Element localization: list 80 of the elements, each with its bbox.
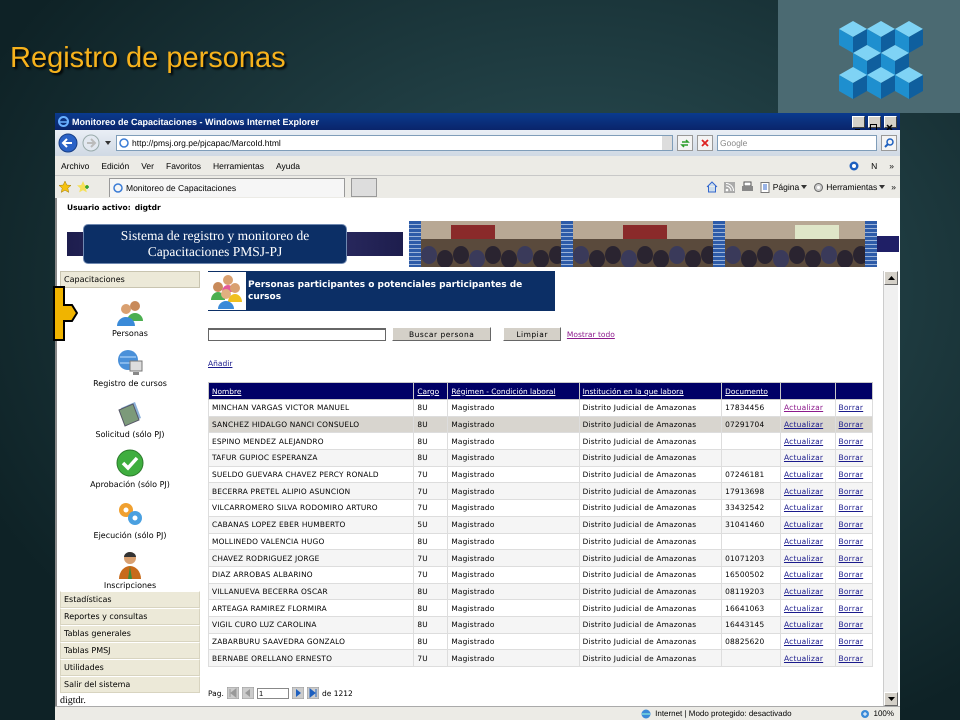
address-field[interactable]: http://pmsj.org.pe/pjcapac/MarcoId.html <box>116 135 673 151</box>
menu-item[interactable]: N <box>871 160 878 170</box>
sidebar-item[interactable]: Personas <box>112 328 148 338</box>
stop-button[interactable] <box>697 135 713 151</box>
browser-logo-icon <box>58 116 69 127</box>
sidebar-item[interactable]: Ejecución (sólo PJ) <box>94 530 166 540</box>
window-title: Monitoreo de Capacitaciones - Windows Internet Explorer <box>72 116 320 126</box>
browser-tab[interactable]: Monitoreo de Capacitaciones <box>109 178 345 196</box>
scroll-down-button[interactable] <box>884 692 898 706</box>
sidebar-header[interactable]: Capacitaciones <box>60 271 200 288</box>
down-arrow-icon[interactable] <box>888 697 894 701</box>
people-icon <box>208 272 246 310</box>
zoom-level[interactable]: 100% <box>874 709 894 718</box>
next-page-icon[interactable] <box>292 687 304 699</box>
toolbar-button[interactable]: Herramientas <box>813 182 886 192</box>
banner-title: Sistema de registro y monitoreo de <box>120 228 310 244</box>
menu-item[interactable]: Ayuda <box>276 160 300 170</box>
footer-text: digtdr. <box>60 695 87 706</box>
sidebar-menu-item[interactable]: Tablas generales <box>60 625 200 642</box>
banner-bar <box>877 236 899 252</box>
banner-stripes <box>409 220 421 266</box>
search-button[interactable] <box>881 135 897 151</box>
gear-icon[interactable] <box>813 182 824 192</box>
caret-icon[interactable] <box>801 185 808 189</box>
menu-item[interactable]: Edición <box>101 160 130 170</box>
dropdown-icon[interactable] <box>104 139 112 147</box>
first-page-icon[interactable] <box>226 687 239 699</box>
sidebar-menu-item[interactable]: Reportes y consultas <box>60 608 200 625</box>
zoom-icon[interactable] <box>860 708 870 718</box>
banner-stripes <box>713 220 725 266</box>
status-text: Internet | Modo protegido: desactivado <box>655 709 792 718</box>
menu-item[interactable]: Favoritos <box>166 160 201 170</box>
sidebar-menu-item[interactable]: Salir del sistema <box>60 676 200 693</box>
help-icon[interactable] <box>849 160 860 170</box>
last-page-icon[interactable] <box>306 687 319 699</box>
scrollbar[interactable] <box>883 271 898 706</box>
overflow-chevron[interactable]: » <box>891 182 896 192</box>
overflow-chevron[interactable]: » <box>889 160 894 170</box>
sidebar-menu-item[interactable]: Tablas PMSJ <box>60 642 200 659</box>
slide-title: Registro de personas <box>10 42 286 75</box>
menu-item[interactable]: Herramientas <box>212 160 264 170</box>
home-icon[interactable] <box>706 181 718 193</box>
maximize-icon[interactable] <box>869 122 878 132</box>
close-icon[interactable] <box>885 122 894 132</box>
sidebar-item[interactable]: Aprobación (sólo PJ) <box>90 480 170 489</box>
search-field[interactable]: Google <box>717 135 877 151</box>
page-icon[interactable] <box>760 182 771 192</box>
maximize-button[interactable] <box>868 116 881 128</box>
print-icon[interactable] <box>740 181 754 193</box>
banner-title: Capacitaciones PMSJ-PJ <box>148 244 282 260</box>
menu-item[interactable]: Archivo <box>61 160 90 170</box>
previous-page-icon[interactable] <box>242 687 254 699</box>
search-icon[interactable] <box>884 138 894 148</box>
pointer-arrow-icon <box>52 286 78 341</box>
toolbar-button[interactable]: Página <box>760 182 808 192</box>
star-icon[interactable] <box>59 181 71 193</box>
page-icon <box>113 182 123 192</box>
refresh-button[interactable] <box>677 135 693 151</box>
search-field[interactable] <box>208 328 386 340</box>
sidebar-item[interactable]: Solicitud (sólo PJ) <box>95 430 164 438</box>
banner-stripes <box>865 220 877 266</box>
page-icon <box>119 138 129 148</box>
minimize-button[interactable] <box>852 116 865 128</box>
menu-item[interactable]: Ver <box>141 160 154 170</box>
banner-stripes <box>561 220 573 266</box>
add-favorite-icon[interactable] <box>77 181 89 193</box>
checkmark-icon[interactable] <box>115 448 145 478</box>
sidebar-menu-item[interactable]: Utilidades <box>60 659 200 676</box>
sidebar-item[interactable]: Registro de cursos <box>93 379 167 388</box>
refresh-icon[interactable] <box>680 138 690 148</box>
sidebar-item[interactable]: Inscripciones <box>104 581 156 590</box>
globe-computer-icon[interactable] <box>115 347 145 377</box>
scroll-up-button[interactable] <box>884 271 898 285</box>
globe-icon <box>641 708 652 718</box>
close-button[interactable] <box>884 116 897 128</box>
up-arrow-icon[interactable] <box>888 276 894 280</box>
caret-icon[interactable] <box>879 185 886 189</box>
section-title: Personas participantes o potenciales participantes de cursos <box>248 279 524 303</box>
back-icon[interactable] <box>58 133 78 153</box>
sidebar-menu-item[interactable]: Estadísticas <box>60 591 200 608</box>
